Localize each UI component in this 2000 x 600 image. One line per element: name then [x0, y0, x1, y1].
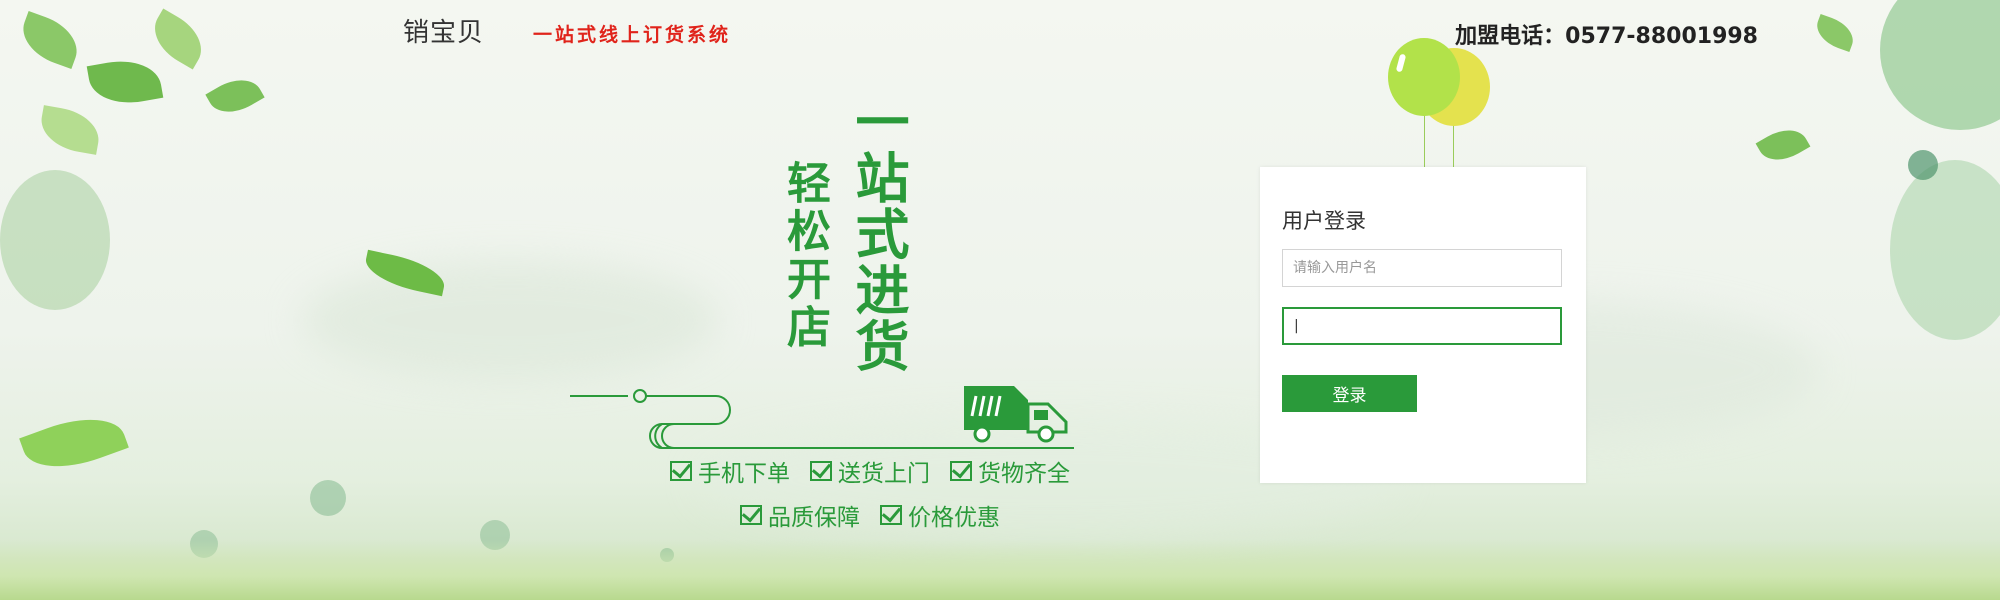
mist-left [300, 260, 720, 380]
leaf-icon [36, 105, 104, 155]
balloon-string [1453, 120, 1454, 168]
feature-item: 货物齐全 [950, 454, 1070, 488]
check-icon [950, 461, 972, 481]
grass-strip [0, 540, 2000, 600]
hero-text-left: 轻松开店 [779, 160, 830, 352]
login-panel: 用户登录 登录 [1260, 167, 1586, 483]
check-icon [880, 505, 902, 525]
feature-list: 手机下单 送货上门 货物齐全 品质保障 价格优惠 [660, 454, 1080, 542]
hero-text-right: 一站式进货 [846, 94, 909, 374]
balloon-string [1424, 114, 1425, 168]
feature-label: 货物齐全 [978, 461, 1070, 487]
truck-icon [964, 386, 1068, 443]
leaf-icon [86, 54, 164, 110]
check-icon [810, 461, 832, 481]
balloon-icon [1388, 38, 1460, 116]
feature-item: 手机下单 [670, 454, 790, 488]
leaf-icon [205, 69, 265, 123]
feature-row: 手机下单 送货上门 货物齐全 [660, 454, 1080, 488]
leaf-icon [1755, 120, 1811, 170]
watercolor-dot [310, 480, 346, 516]
feature-label: 手机下单 [698, 461, 790, 487]
site-slogan: 一站式线上订货系统 [533, 24, 732, 46]
password-input[interactable] [1282, 307, 1562, 345]
leaf-icon [19, 404, 129, 482]
login-title: 用户登录 [1282, 209, 1366, 233]
site-logo[interactable]: 销宝贝 [403, 12, 484, 49]
feature-row: 品质保障 价格优惠 [660, 498, 1080, 532]
feature-item: 价格优惠 [880, 498, 1000, 532]
top-bar: 销宝贝 一站式线上订货系统 加盟电话：0577-88001998 [0, 0, 2000, 62]
feature-label: 送货上门 [838, 461, 930, 487]
feature-item: 品质保障 [740, 498, 860, 532]
franchise-phone: 加盟电话：0577-88001998 [1455, 24, 1758, 49]
watercolor-blob [0, 170, 110, 310]
feature-item: 送货上门 [810, 454, 930, 488]
feature-label: 品质保障 [768, 505, 860, 531]
watercolor-blob [1890, 160, 2000, 340]
login-button[interactable]: 登录 [1282, 375, 1417, 412]
watercolor-dot [1908, 150, 1938, 180]
feature-label: 价格优惠 [908, 505, 1000, 531]
check-icon [670, 461, 692, 481]
username-input[interactable] [1282, 249, 1562, 287]
check-icon [740, 505, 762, 525]
